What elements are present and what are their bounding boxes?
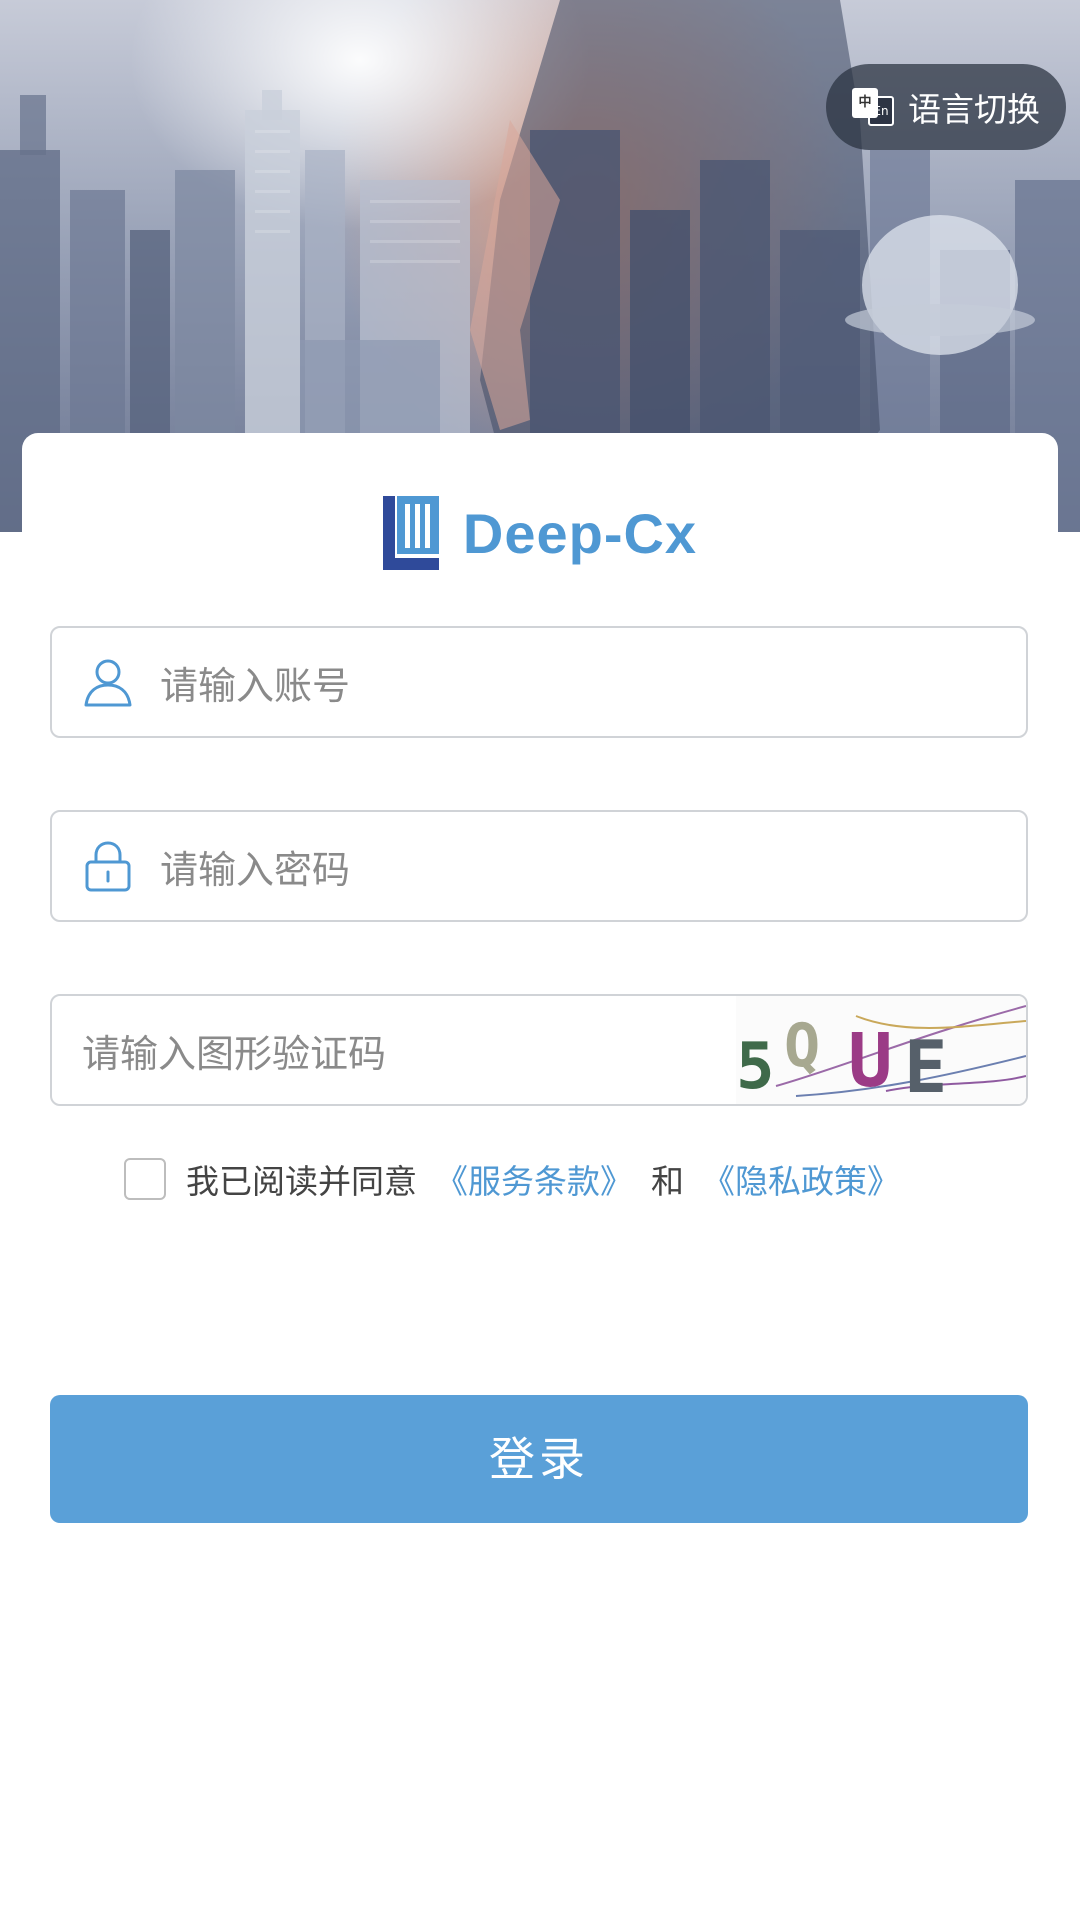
brand-name: Deep-Cx	[462, 501, 698, 565]
user-icon	[84, 659, 132, 707]
agreement-row: 我已阅读并同意 《服务条款》 和 《隐私政策》	[124, 1154, 900, 1204]
language-icon-zh: 中	[852, 88, 878, 118]
privacy-policy-link[interactable]: 《隐私政策》	[702, 1155, 900, 1203]
language-switch-button[interactable]: En 中 语言切换	[826, 64, 1066, 150]
agreement-checkbox[interactable]	[124, 1158, 166, 1200]
agreement-conjunction: 和	[651, 1162, 684, 1201]
captcha-char-2: Q	[784, 1011, 820, 1081]
account-input[interactable]: 请输入账号	[50, 626, 1028, 738]
brand-logo: Deep-Cx	[22, 495, 1058, 571]
logo-mark-icon	[382, 496, 439, 570]
language-icon: En 中	[852, 88, 894, 126]
lock-icon	[85, 841, 131, 892]
captcha-placeholder: 请输入图形验证码	[82, 1031, 387, 1076]
password-placeholder: 请输入密码	[160, 847, 351, 892]
captcha-char-4: E	[904, 1025, 947, 1104]
captcha-input[interactable]: 请输入图形验证码 5 Q U E	[50, 994, 1028, 1106]
login-page: En 中 语言切换 Deep-Cx 请输入账号 请输入密码 请输入图形验证码 5…	[0, 0, 1080, 1920]
captcha-char-3: U	[848, 1018, 893, 1104]
password-input[interactable]: 请输入密码	[50, 810, 1028, 922]
captcha-image[interactable]: 5 Q U E	[736, 996, 1026, 1104]
terms-of-service-link[interactable]: 《服务条款》	[435, 1155, 633, 1203]
login-button[interactable]: 登录	[50, 1395, 1028, 1523]
language-switch-label: 语言切换	[908, 90, 1040, 129]
account-placeholder: 请输入账号	[160, 663, 351, 708]
agreement-prefix: 我已阅读并同意	[186, 1162, 417, 1201]
captcha-char-1: 5	[736, 1030, 775, 1104]
